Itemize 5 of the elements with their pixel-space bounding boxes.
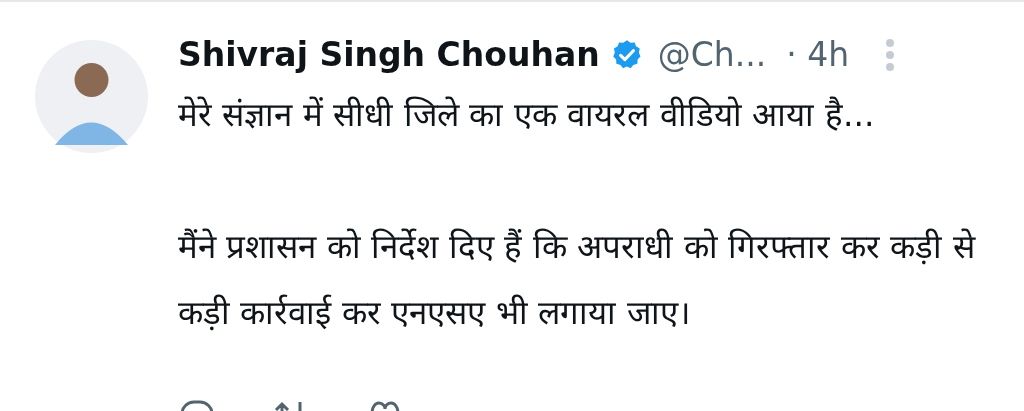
- tweet-time: · 4h: [786, 34, 850, 77]
- author-name[interactable]: Shivraj Singh Chouhan: [178, 30, 600, 80]
- user-handle: @Ch...: [657, 34, 767, 77]
- tweet-text: मेरे संज्ञान में सीधी जिले का एक वायरल वीडियो आया है...: [178, 94, 876, 136]
- tweet-text: मैंने प्रशासन को निर्देश दिए हैं कि अपराधी को गिरफ्तार कर कड़ी से कड़ी कार्रवाई कर एनएसए भी लगाया जाए।: [178, 226, 977, 334]
